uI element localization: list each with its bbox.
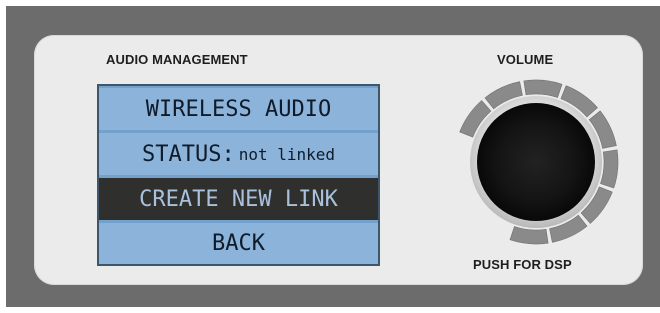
push-for-dsp-caption: PUSH FOR DSP [473,257,572,272]
volume-control-graphic [459,79,619,245]
status-value: not linked [238,144,336,164]
audio-management-title: AUDIO MANAGEMENT [106,52,248,67]
menu-item-label: BACK [212,231,265,256]
status-label: STATUS: [141,141,235,167]
menu-item-back[interactable]: BACK [99,223,378,264]
volume-level-segment-icon [523,79,563,98]
menu-item-wireless-audio[interactable]: WIRELESS AUDIO [99,88,378,130]
menu-item-status[interactable]: STATUS: not linked [99,133,378,175]
volume-level-segment-icon [509,226,549,245]
menu-item-label: WIRELESS AUDIO [145,96,332,122]
volume-level-segment-icon [600,149,619,189]
volume-knob-icon[interactable] [477,103,595,221]
menu-item-create-new-link[interactable]: CREATE NEW LINK [99,178,378,220]
menu-item-label: CREATE NEW LINK [139,186,338,212]
volume-control [450,78,630,248]
lcd-menu-display: WIRELESS AUDIO STATUS: not linked CREATE … [97,84,380,266]
volume-title: VOLUME [497,52,554,67]
